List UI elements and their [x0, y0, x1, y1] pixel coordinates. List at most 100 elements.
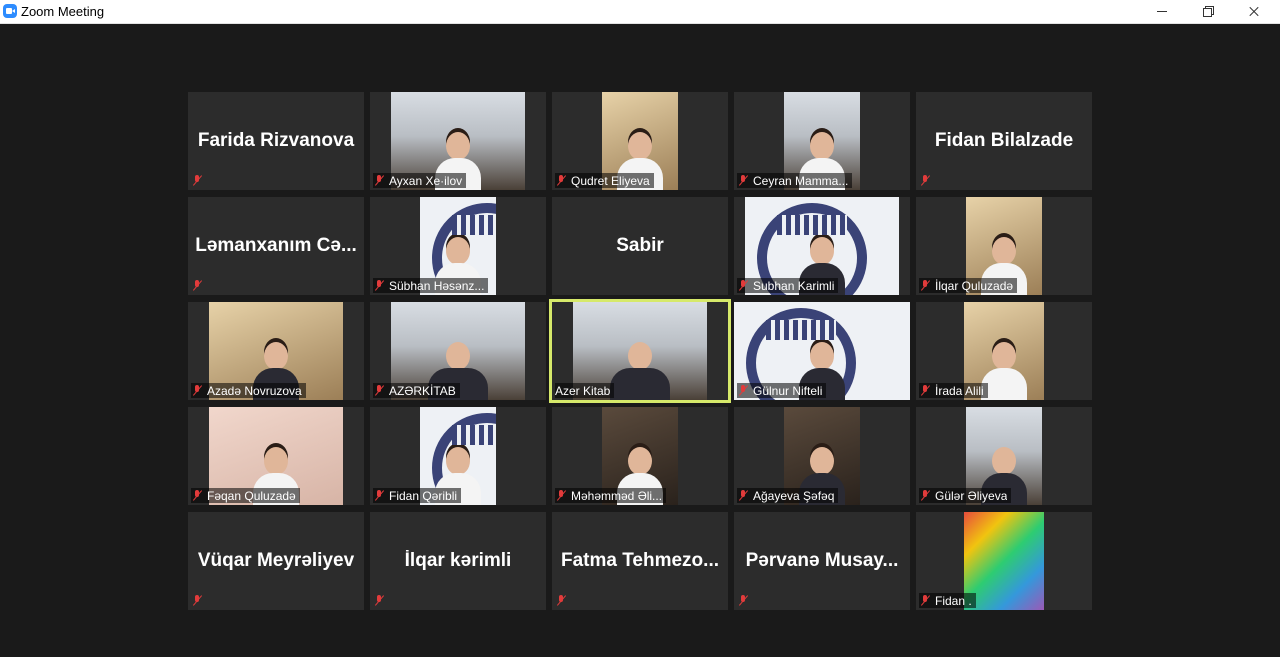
mic-muted-icon — [373, 594, 386, 607]
participant-label: AZƏRKİTAB — [373, 383, 460, 398]
mic-muted-icon — [555, 594, 568, 607]
participant-name: Gülər Əliyeva — [935, 488, 1008, 503]
participant-tile[interactable]: Sübhan Həsənz... — [370, 197, 546, 295]
participant-name: Ağayeva Şəfəq — [753, 488, 835, 503]
mic-muted-icon — [555, 174, 568, 187]
participant-label: İrada Alili — [919, 383, 988, 398]
participant-label: Azer Kitab — [555, 383, 615, 398]
close-button[interactable] — [1231, 0, 1277, 23]
participant-tile[interactable]: Fidan . — [916, 512, 1092, 610]
participant-label: Məhəmməd Əli... — [555, 488, 667, 503]
participant-tile[interactable]: Fatma Tehmezo... — [552, 512, 728, 610]
participant-tile[interactable]: Fidan Bilalzade — [916, 92, 1092, 190]
participant-tile[interactable]: Sabir — [552, 197, 728, 295]
participant-tile[interactable]: Məhəmməd Əli... — [552, 407, 728, 505]
participant-name: Sübhan Həsənz... — [389, 278, 485, 293]
participant-name: Gülnur Nifteli — [753, 383, 823, 398]
restore-button[interactable] — [1185, 0, 1231, 23]
participant-label — [191, 278, 211, 293]
participant-label: Gülər Əliyeva — [919, 488, 1012, 503]
participant-tile[interactable]: Azadə Novruzova — [188, 302, 364, 400]
mic-muted-icon — [919, 489, 932, 502]
participant-tile[interactable]: AZƏRKİTAB — [370, 302, 546, 400]
participant-tile[interactable]: Ağayeva Şəfəq — [734, 407, 910, 505]
participant-video — [964, 512, 1044, 610]
mic-muted-icon — [191, 489, 204, 502]
participant-tile[interactable]: Pərvanə Musay... — [734, 512, 910, 610]
mic-muted-icon — [737, 279, 750, 292]
mic-muted-icon — [191, 279, 204, 292]
participant-tile[interactable]: İlqar Quluzadə — [916, 197, 1092, 295]
window-title: Zoom Meeting — [21, 4, 105, 19]
mic-muted-icon — [919, 174, 932, 187]
title-bar: Zoom Meeting — [0, 0, 1280, 24]
participant-label: Gülnur Nifteli — [737, 383, 827, 398]
mic-muted-icon — [919, 594, 932, 607]
participant-name: Fidan . — [935, 593, 972, 608]
mic-muted-icon — [919, 384, 932, 397]
mic-muted-icon — [919, 279, 932, 292]
participant-label: Fidan Qəribli — [373, 488, 462, 503]
participant-tile[interactable]: Vüqar Meyrəliyev — [188, 512, 364, 610]
mic-muted-icon — [737, 174, 750, 187]
participant-tile[interactable]: Ayxan Xe·ilov — [370, 92, 546, 190]
participant-name: Məhəmməd Əli... — [571, 488, 663, 503]
participant-tile[interactable]: Fidan Qəribli — [370, 407, 546, 505]
participant-display-name: Pərvanə Musay... — [745, 550, 899, 571]
participant-tile[interactable]: Gülər Əliyeva — [916, 407, 1092, 505]
participant-display-name: Fidan Bilalzade — [934, 130, 1074, 151]
participant-tile[interactable]: Farida Rizvanova — [188, 92, 364, 190]
participant-name: Ceyran Mamma... — [753, 173, 849, 188]
active-speaker-tile[interactable]: Azer Kitab — [549, 299, 731, 403]
participant-name: Fəqan Quluzadə — [207, 488, 296, 503]
participant-name: AZƏRKİTAB — [389, 383, 456, 398]
participant-tile[interactable]: Ləmanxanım Cə... — [188, 197, 364, 295]
participant-name: Azadə Novruzova — [207, 383, 302, 398]
participant-tile[interactable]: İrada Alili — [916, 302, 1092, 400]
zoom-logo-icon — [3, 4, 17, 18]
mic-muted-icon — [555, 489, 568, 502]
participant-label: Ayxan Xe·ilov — [373, 173, 467, 188]
participant-tile[interactable]: Gülnur Nifteli — [734, 302, 910, 400]
participant-display-name: İlqar kərimli — [404, 550, 512, 571]
participant-name: Azer Kitab — [555, 383, 611, 398]
participant-label — [191, 593, 211, 608]
participant-name: Subhan Karimli — [753, 278, 835, 293]
participant-label: İlqar Quluzadə — [919, 278, 1018, 293]
mic-muted-icon — [737, 594, 750, 607]
participant-tile[interactable]: İlqar kərimli — [370, 512, 546, 610]
participant-label — [737, 593, 757, 608]
minimize-button[interactable] — [1139, 0, 1185, 23]
participant-name: Fidan Qəribli — [389, 488, 458, 503]
participant-label: Subhan Karimli — [737, 278, 839, 293]
participant-name: İrada Alili — [935, 383, 984, 398]
mic-muted-icon — [373, 384, 386, 397]
gallery-grid: Farida Rizvanova Ayxan Xe·ilov Qudret El… — [188, 92, 1092, 610]
mic-muted-icon — [373, 489, 386, 502]
participant-label: Fidan . — [919, 593, 976, 608]
participant-name: İlqar Quluzadə — [935, 278, 1014, 293]
participant-display-name: Ləmanxanım Cə... — [195, 235, 357, 256]
participant-label — [191, 173, 211, 188]
mic-muted-icon — [191, 594, 204, 607]
participant-label: Ceyran Mamma... — [737, 173, 853, 188]
participant-tile[interactable]: Fəqan Quluzadə — [188, 407, 364, 505]
participant-tile[interactable]: Qudret Eliyeva — [552, 92, 728, 190]
participant-display-name: Vüqar Meyrəliyev — [197, 550, 355, 571]
participant-label — [555, 593, 575, 608]
participant-label: Azadə Novruzova — [191, 383, 306, 398]
mic-muted-icon — [191, 384, 204, 397]
participant-tile[interactable]: Ceyran Mamma... — [734, 92, 910, 190]
participant-label — [919, 173, 939, 188]
participant-name: Ayxan Xe·ilov — [389, 173, 463, 188]
mic-muted-icon — [191, 174, 204, 187]
participant-display-name: Farida Rizvanova — [197, 130, 355, 151]
participant-tile[interactable]: Subhan Karimli — [734, 197, 910, 295]
mic-muted-icon — [737, 384, 750, 397]
mic-muted-icon — [373, 174, 386, 187]
participant-label: Ağayeva Şəfəq — [737, 488, 839, 503]
mic-muted-icon — [737, 489, 750, 502]
participant-label: Qudret Eliyeva — [555, 173, 654, 188]
mic-muted-icon — [373, 279, 386, 292]
participant-label — [373, 593, 393, 608]
